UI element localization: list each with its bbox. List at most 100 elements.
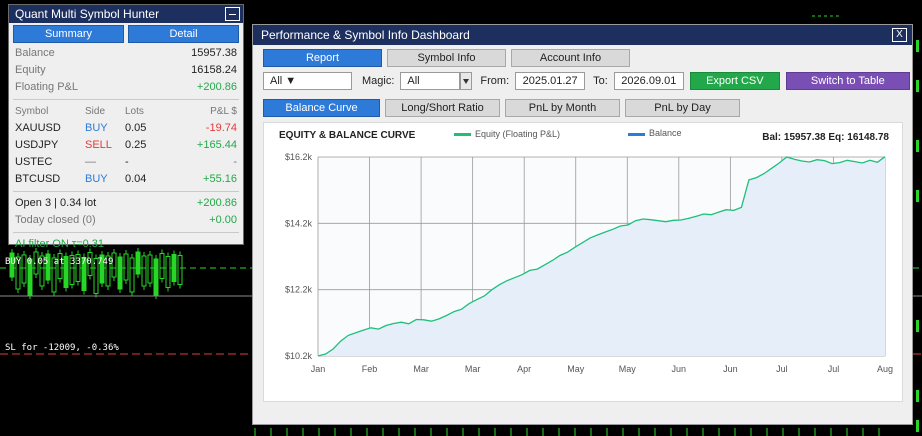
x-tick-label: Jun [672, 364, 687, 374]
row-symbol: USTEC [15, 156, 53, 168]
tab-detail[interactable]: Detail [128, 25, 239, 43]
export-csv-button[interactable]: Export CSV [689, 72, 780, 90]
hunter-title: Quant Multi Symbol Hunter [15, 7, 160, 21]
tab-pnl-by-month[interactable]: PnL by Month [505, 99, 620, 117]
dashboard-titlebar[interactable]: Performance & Symbol Info Dashboard X [253, 25, 912, 45]
performance-dashboard: Performance & Symbol Info Dashboard X Re… [252, 24, 913, 425]
to-label: To: [593, 75, 608, 87]
row-lots: 0.04 [125, 173, 147, 185]
positions-header: Symbol Side Lots P&L $ [9, 103, 243, 120]
close-button[interactable]: X [892, 28, 907, 42]
table-row[interactable]: BTCUSD BUY 0.04 +55.16 [9, 171, 243, 188]
chart-tabs: Balance Curve Long/Short Ratio PnL by Mo… [263, 99, 740, 117]
x-tick-label: Feb [362, 364, 378, 374]
col-symbol: Symbol [15, 106, 49, 117]
symbol-select[interactable]: All ▼ [263, 72, 352, 90]
magic-select[interactable]: All [400, 72, 461, 90]
x-axis-ticks: Jan Feb Mar Mar Apr May May Jun Jun Jul Jul Aug [311, 364, 893, 374]
candle-body [916, 40, 919, 52]
tab-long-short-ratio[interactable]: Long/Short Ratio [385, 99, 500, 117]
tab-symbol-info[interactable]: Symbol Info [387, 49, 506, 67]
hunter-tabs: Summary Detail [9, 23, 243, 45]
closed-summary-value: +0.00 [209, 214, 237, 226]
candle-body [916, 420, 919, 432]
row-side: BUY [85, 173, 108, 185]
y-axis-ticks: $16.2k $14.2k $12.2k $10.2k [285, 152, 313, 361]
row-side: SELL [85, 139, 112, 151]
table-row[interactable]: XAUUSD BUY 0.05 -19.74 [9, 120, 243, 137]
open-summary-value: +200.86 [196, 197, 237, 209]
open-summary-label: Open 3 | 0.34 lot [15, 197, 97, 209]
equity-chart-panel: EQUITY & BALANCE CURVE Equity (Floating … [263, 122, 903, 402]
row-side: BUY [85, 122, 108, 134]
to-date-input[interactable]: 2026.09.01 [613, 72, 684, 90]
equity-balance-chart: EQUITY & BALANCE CURVE Equity (Floating … [279, 128, 893, 374]
x-tick-label: Jul [828, 364, 840, 374]
candle-body [177, 255, 183, 285]
magic-label: Magic: [362, 75, 395, 87]
metric-floating-pnl: Floating P&L +200.86 [9, 79, 243, 96]
row-pnl: -19.74 [205, 122, 237, 134]
chart-title: EQUITY & BALANCE CURVE [279, 130, 416, 141]
candle-body [165, 256, 171, 288]
row-symbol: XAUUSD [15, 122, 61, 134]
candle-body [117, 256, 123, 290]
metric-label: Floating P&L [15, 81, 78, 93]
candle-body [916, 140, 919, 152]
switch-to-table-button[interactable]: Switch to Table [785, 72, 910, 90]
legend-equity: Equity (Floating P&L) [475, 129, 560, 139]
candle-body [135, 251, 141, 275]
tab-balance-curve[interactable]: Balance Curve [263, 99, 380, 117]
candle-body [916, 80, 919, 92]
from-date-input[interactable]: 2025.01.27 [515, 72, 586, 90]
x-tick-label: Mar [465, 364, 481, 374]
row-lots: - [125, 156, 129, 168]
row-pnl: +55.16 [203, 173, 237, 185]
table-row[interactable]: USDJPY SELL 0.25 +165.44 [9, 137, 243, 154]
chevron-down-icon[interactable] [460, 72, 473, 90]
hunter-titlebar[interactable]: Quant Multi Symbol Hunter [9, 5, 243, 23]
divider [13, 191, 239, 192]
closed-summary: Today closed (0) +0.00 [9, 212, 243, 229]
y-tick-label: $16.2k [285, 152, 313, 162]
stop-loss-label: SL for -12009, -0.36% [5, 343, 119, 353]
candle-body [916, 190, 919, 202]
row-pnl: +165.44 [196, 139, 237, 151]
hunter-panel: Quant Multi Symbol Hunter Summary Detail… [8, 4, 244, 250]
x-tick-label: Jan [311, 364, 326, 374]
tab-report[interactable]: Report [263, 49, 382, 67]
tab-pnl-by-day[interactable]: PnL by Day [625, 99, 740, 117]
minimize-button[interactable] [225, 7, 240, 21]
candle-body [123, 253, 129, 281]
y-tick-label: $12.2k [285, 285, 313, 295]
x-tick-label: Aug [877, 364, 893, 374]
row-symbol: USDJPY [15, 139, 59, 151]
filter-row: All ▼ Magic: All From: 2025.01.27 To: 20… [263, 71, 910, 91]
tab-account-info[interactable]: Account Info [511, 49, 630, 67]
ai-filter-label: AI filter ON τ=0.31 [15, 238, 105, 250]
y-tick-label: $14.2k [285, 218, 313, 228]
metric-value: 16158.24 [191, 64, 237, 76]
candle-body [141, 255, 147, 287]
legend-balance: Balance [649, 128, 682, 138]
candle-body [153, 258, 159, 296]
col-lots: Lots [125, 106, 144, 117]
row-side: — [85, 156, 96, 168]
metric-balance: Balance 15957.38 [9, 45, 243, 62]
main-tabs: Report Symbol Info Account Info [263, 49, 630, 67]
table-row[interactable]: USTEC — - - [9, 154, 243, 171]
chart-stats: Bal: 15957.38 Eq: 16148.78 [762, 132, 889, 143]
metric-value: +200.86 [196, 81, 237, 93]
candle-body [159, 253, 165, 279]
x-tick-label: May [567, 364, 585, 374]
candle-body [147, 254, 153, 284]
col-side: Side [85, 106, 106, 117]
ai-filter-status: AI filter ON τ=0.31 [9, 236, 243, 253]
dashboard-title: Performance & Symbol Info Dashboard [261, 28, 470, 42]
tab-summary[interactable]: Summary [13, 25, 124, 43]
x-tick-label: Apr [517, 364, 531, 374]
metric-equity: Equity 16158.24 [9, 62, 243, 79]
legend-swatch-equity [454, 133, 471, 136]
divider [13, 232, 239, 233]
closed-summary-label: Today closed (0) [15, 214, 96, 226]
